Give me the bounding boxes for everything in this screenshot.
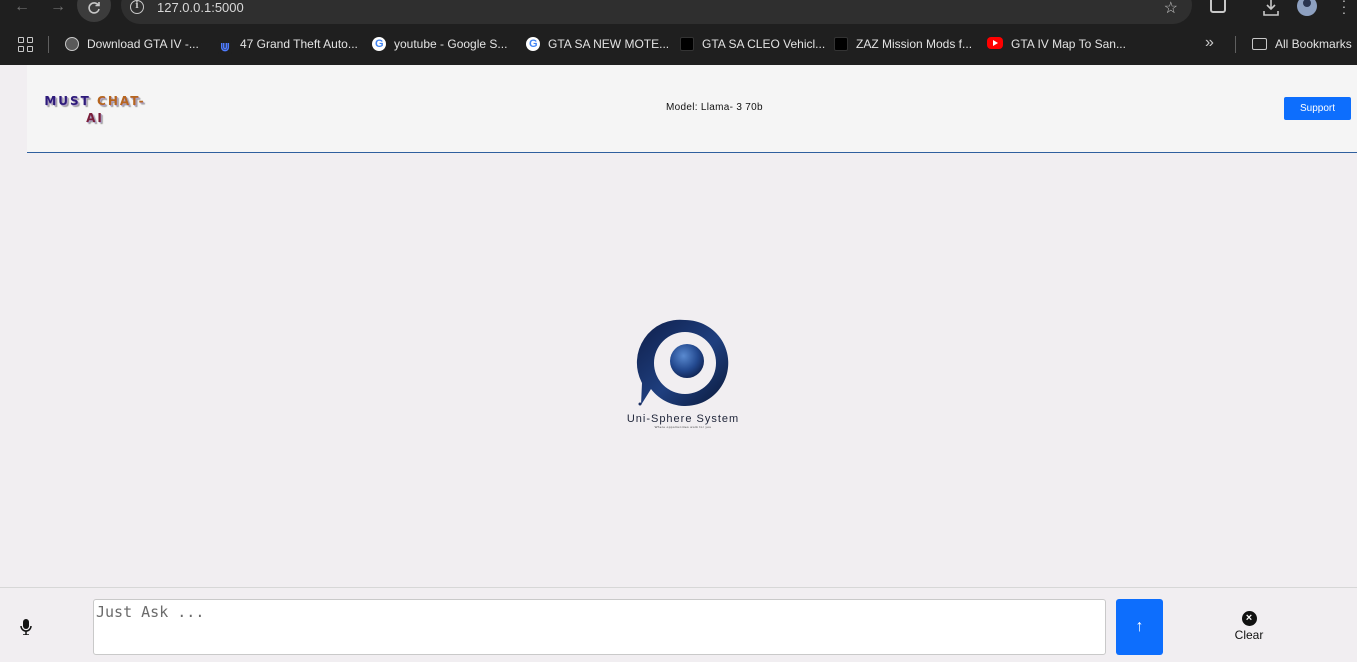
apps-grid-icon[interactable] [18,37,33,52]
model-label: Model: Llama- 3 70b [666,102,763,113]
bookmark-label: ZAZ Mission Mods f... [856,37,973,51]
logo-word-chat: CHAT- [97,94,146,108]
bookmark-item[interactable]: GTA SA NEW MOTE... [526,36,669,53]
google-icon [526,37,540,51]
more-bookmarks-icon[interactable]: » [1205,34,1214,52]
bookmark-item[interactable]: Download GTA IV -... [65,36,199,53]
bookmark-label: 47 Grand Theft Auto... [240,37,358,51]
bookmark-item[interactable]: ⋓ 47 Grand Theft Auto... [218,36,358,54]
bookmarks-divider [48,36,49,53]
all-bookmarks-button[interactable]: All Bookmarks [1252,36,1352,53]
youtube-icon [987,37,1003,49]
black-square-favicon-icon [834,37,848,51]
app-header: MUST CHAT- AI Model: Llama- 3 70b Suppor… [27,65,1357,153]
bookmark-item[interactable]: GTA IV Map To San... [987,36,1126,53]
site-info-icon[interactable]: i [130,0,144,14]
microphone-icon[interactable] [20,619,32,635]
profile-avatar[interactable] [1297,0,1317,16]
globe-icon [65,37,79,51]
close-circle-icon: × [1241,611,1257,626]
black-square-favicon-icon [680,37,694,51]
bookmark-label: GTA SA CLEO Vehicl... [702,37,826,51]
bookmark-label: GTA SA NEW MOTE... [548,37,670,51]
brand-tagline: Where opportunities work for you [654,425,712,429]
bookmarks-divider [1235,36,1236,53]
chat-input-bar: ↑ × Clear [0,587,1357,662]
clear-label: Clear [1234,628,1264,642]
forward-icon[interactable]: → [45,0,71,18]
folder-icon [1252,38,1267,50]
bookmark-item[interactable]: youtube - Google S... [372,36,507,53]
download-icon[interactable] [1262,0,1280,16]
support-button[interactable]: Support [1284,97,1351,120]
browser-toolbar: ← → i 127.0.0.1:5000 ☆ · · · [0,0,1357,24]
uni-sphere-logo-icon [636,319,729,406]
address-url[interactable]: 127.0.0.1:5000 [157,0,244,15]
logo-word-ai: AI [86,111,104,125]
bookmark-item[interactable]: ZAZ Mission Mods f... [834,36,972,53]
address-bar[interactable]: i 127.0.0.1:5000 ☆ [121,0,1192,24]
bookmark-label: youtube - Google S... [394,37,508,51]
send-button[interactable]: ↑ [1116,599,1163,655]
clear-button[interactable]: × Clear [1226,611,1272,651]
brand-name: Uni-Sphere System [626,413,740,425]
bookmark-item[interactable]: GTA SA CLEO Vehicl... [680,36,825,53]
google-icon [372,37,386,51]
bookmark-label: GTA IV Map To San... [1011,37,1126,51]
brand-logo: Uni-Sphere System Where opportunities wo… [611,319,755,434]
bookmark-label: Download GTA IV -... [87,37,199,51]
reload-icon [88,2,100,14]
app-logo[interactable]: MUST CHAT- AI [43,93,147,127]
browser-menu-icon[interactable]: · · · [1340,0,1348,19]
chat-input[interactable] [93,599,1106,655]
back-icon[interactable]: ← [9,0,35,18]
reload-button[interactable] [77,0,111,22]
site-favicon-icon: ⋓ [218,40,232,54]
bookmark-star-icon[interactable]: ☆ [1164,0,1178,18]
extensions-icon[interactable] [1210,0,1226,13]
bookmarks-bar: Download GTA IV -... ⋓ 47 Grand Theft Aut… [0,24,1357,65]
logo-word-must: MUST [44,94,91,108]
all-bookmarks-label: All Bookmarks [1275,37,1352,51]
